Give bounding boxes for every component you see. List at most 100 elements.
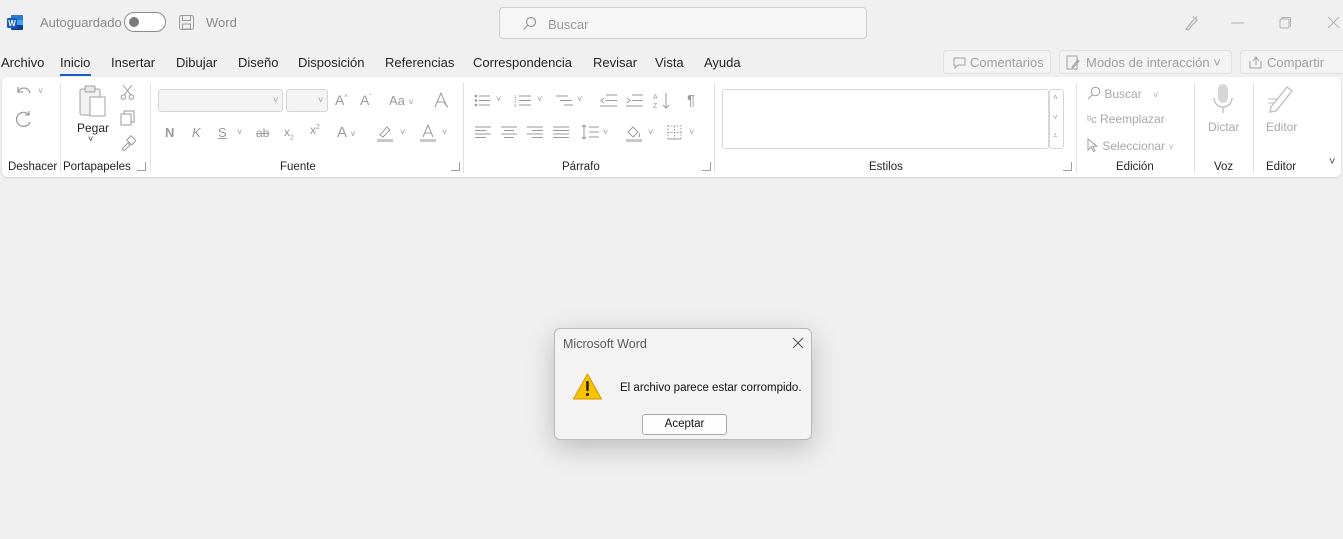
microphone-icon[interactable] [1212,83,1234,115]
tab-insertar[interactable]: Insertar [111,55,155,70]
paste-icon[interactable] [78,84,108,118]
text-effects-icon[interactable]: A ˅ [337,125,356,140]
search-box[interactable]: Buscar [499,7,867,39]
interaction-modes-label: Modos de interacción [1086,55,1210,70]
paragraph-launcher-icon[interactable] [702,162,711,171]
show-marks-icon[interactable]: ¶ [687,93,695,108]
cut-icon[interactable] [120,84,135,100]
underline-dropdown-icon[interactable]: ˅ [237,128,242,137]
tab-archivo[interactable]: Archivo [1,55,44,70]
group-label-undo: Deshacer [8,161,58,173]
shading-dropdown-icon[interactable]: ˅ [648,128,653,137]
tab-ayuda[interactable]: Ayuda [704,55,741,70]
tab-revisar[interactable]: Revisar [593,55,637,70]
close-window-icon[interactable] [1327,16,1340,29]
undo-icon[interactable] [14,84,34,100]
tab-correspondencia[interactable]: Correspondencia [473,55,572,70]
font-size-select[interactable]: ˅ [286,89,328,112]
share-label: Compartir [1267,55,1325,70]
share-icon [1249,56,1262,69]
paste-dropdown-icon[interactable]: ˅ [88,135,93,144]
font-color-dropdown-icon[interactable]: ˅ [442,128,447,137]
gallery-more-icon[interactable]: ⩡ [1053,132,1058,140]
tab-inicio[interactable]: Inicio [60,55,90,70]
highlight-dropdown-icon[interactable]: ˅ [400,128,405,137]
share-button[interactable]: Compartir [1240,50,1343,74]
grow-font-icon[interactable]: A^ [335,93,348,107]
redo-icon[interactable] [14,110,34,130]
interaction-modes-button[interactable]: Modos de interacción ˅ [1059,50,1232,74]
find-button[interactable]: Buscar ˅ [1087,86,1158,101]
group-separator [1076,83,1077,173]
dictate-label[interactable]: Dictar [1208,120,1239,134]
warning-icon [573,373,602,400]
decrease-indent-icon[interactable] [600,94,617,107]
align-center-icon[interactable] [501,126,517,139]
tab-disposicion[interactable]: Disposición [298,55,364,70]
numbering-dropdown-icon[interactable]: ˅ [537,95,542,104]
bullets-icon[interactable] [474,94,490,107]
shrink-font-icon[interactable]: Aˇ [360,93,372,107]
clipboard-launcher-icon[interactable] [137,162,146,171]
ok-button[interactable]: Aceptar [642,414,727,435]
undo-dropdown-icon[interactable]: ˅ [38,87,43,96]
replace-button[interactable]: ᵇc Reemplazar [1087,112,1165,126]
borders-icon[interactable] [667,125,682,140]
line-spacing-icon[interactable] [581,124,599,140]
font-family-select[interactable]: ˅ [158,89,283,112]
tab-diseno[interactable]: Diseño [238,55,278,70]
increase-indent-icon[interactable] [626,94,643,107]
change-case-icon[interactable]: Aa ˅ [389,94,414,107]
bold-icon[interactable]: N [165,126,174,139]
strikethrough-icon[interactable]: ab [256,127,269,139]
paste-label[interactable]: Pegar [77,121,109,135]
styles-gallery-scroller[interactable]: ˄ ˅ ⩡ [1049,89,1064,149]
sort-icon[interactable]: AZ [653,92,671,109]
justify-icon[interactable] [553,126,569,139]
scroll-down-icon[interactable]: ˅ [1053,114,1058,122]
align-right-icon[interactable] [527,126,543,139]
tab-dibujar[interactable]: Dibujar [176,55,217,70]
scroll-up-icon[interactable]: ˄ [1053,94,1058,102]
group-separator [714,83,715,173]
underline-icon[interactable]: S [218,126,227,139]
ribbon-expand-chevron-icon[interactable]: ˅ [1329,157,1335,168]
tab-vista[interactable]: Vista [655,55,684,70]
highlight-icon[interactable] [376,124,394,142]
borders-dropdown-icon[interactable]: ˅ [689,128,694,137]
subscript-icon[interactable]: x2 [284,126,294,142]
align-left-icon[interactable] [475,126,491,139]
shading-icon[interactable] [625,124,643,142]
numbering-icon[interactable]: 123 [514,94,531,107]
multilevel-list-icon[interactable] [556,94,573,107]
search-placeholder: Buscar [548,17,589,32]
font-launcher-icon[interactable] [451,162,460,171]
bullets-dropdown-icon[interactable]: ˅ [496,95,501,104]
autosave-toggle[interactable] [124,12,166,32]
copy-icon[interactable] [120,110,136,126]
multilevel-dropdown-icon[interactable]: ˅ [577,95,582,104]
editor-label[interactable]: Editor [1266,120,1297,134]
styles-launcher-icon[interactable] [1063,162,1072,171]
line-spacing-dropdown-icon[interactable]: ˅ [603,128,608,137]
font-color-icon[interactable] [419,124,437,142]
dialog-close-icon[interactable] [791,336,805,350]
designer-pen-icon[interactable] [1182,14,1200,32]
dialog-title: Microsoft Word [563,337,647,351]
restore-icon[interactable] [1279,16,1292,29]
group-label-editor: Editor [1266,161,1297,173]
svg-text:A: A [653,94,658,101]
minimize-icon[interactable] [1231,22,1244,24]
superscript-icon[interactable]: x2 [310,124,320,136]
tab-referencias[interactable]: Referencias [385,55,454,70]
save-icon[interactable] [178,14,195,31]
comments-button[interactable]: Comentarios [943,50,1051,74]
editor-pen-icon[interactable] [1265,83,1297,115]
format-painter-icon[interactable] [120,135,136,151]
group-label-paragraph: Párrafo [562,161,600,173]
italic-icon[interactable]: K [192,126,201,139]
select-button[interactable]: Seleccionar ˅ [1087,137,1174,153]
styles-gallery[interactable] [722,89,1049,149]
clear-formatting-icon[interactable] [433,92,451,109]
group-label-voice: Voz [1214,161,1234,173]
